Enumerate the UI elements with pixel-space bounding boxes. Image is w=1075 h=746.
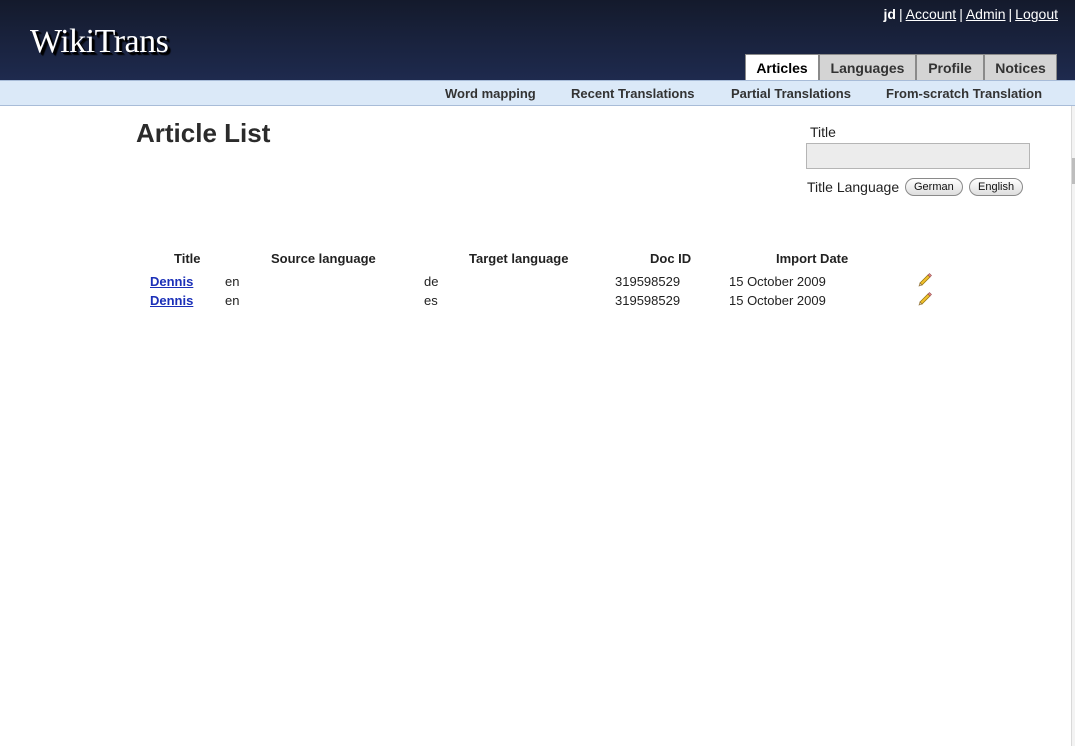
english-button[interactable]: English bbox=[969, 178, 1024, 196]
article-title-link[interactable]: Dennis bbox=[150, 293, 193, 308]
page-title: Article List bbox=[136, 118, 271, 148]
column-header-source-language: Source language bbox=[271, 251, 376, 266]
username: jd bbox=[883, 6, 896, 22]
subnav-recent-translations[interactable]: Recent Translations bbox=[571, 86, 695, 101]
subnav-from-scratch-translation[interactable]: From-scratch Translation bbox=[886, 86, 1042, 101]
subnav-word-mapping[interactable]: Word mapping bbox=[445, 86, 536, 101]
title-search-label: Title bbox=[810, 124, 836, 140]
title-language-label: Title Language bbox=[807, 179, 900, 195]
source-language-cell: en bbox=[225, 293, 240, 308]
sub-navigation: Word mapping Recent Translations Partial… bbox=[0, 80, 1075, 106]
user-bar: jd | Account | Admin | Logout bbox=[884, 6, 1058, 22]
article-title-cell: Dennis bbox=[150, 274, 193, 289]
column-header-target-language: Target language bbox=[469, 251, 569, 266]
german-button[interactable]: German bbox=[905, 178, 963, 196]
column-header-title: Title bbox=[174, 251, 201, 266]
doc-id-cell: 319598529 bbox=[615, 274, 681, 289]
source-language-cell: en bbox=[225, 274, 240, 289]
header-bar: WikiTrans jd | Account | Admin | Logout Articl… bbox=[0, 0, 1075, 82]
doc-id-cell: 319598529 bbox=[615, 293, 681, 308]
tab-profile[interactable]: Profile bbox=[916, 54, 984, 81]
tab-notices[interactable]: Notices bbox=[984, 54, 1057, 81]
logout-link[interactable]: Logout bbox=[1015, 6, 1058, 22]
account-link[interactable]: Account bbox=[906, 6, 957, 22]
separator: | bbox=[959, 6, 963, 22]
column-header-doc-id: Doc ID bbox=[650, 251, 692, 266]
pencil-icon[interactable] bbox=[917, 291, 933, 307]
column-header-import-date: Import Date bbox=[776, 251, 849, 266]
target-language-cell: de bbox=[424, 274, 439, 289]
article-title-cell: Dennis bbox=[150, 293, 193, 308]
tab-languages[interactable]: Languages bbox=[819, 54, 916, 81]
admin-link[interactable]: Admin bbox=[966, 6, 1006, 22]
import-date-cell: 15 October 2009 bbox=[729, 274, 826, 289]
article-title-link[interactable]: Dennis bbox=[150, 274, 193, 289]
subnav-partial-translations[interactable]: Partial Translations bbox=[731, 86, 851, 101]
pencil-icon[interactable] bbox=[917, 272, 933, 288]
app-logo[interactable]: WikiTrans bbox=[30, 23, 169, 61]
target-language-cell: es bbox=[424, 293, 438, 308]
separator: | bbox=[898, 6, 903, 22]
import-date-cell: 15 October 2009 bbox=[729, 293, 826, 308]
title-search-input[interactable] bbox=[806, 143, 1030, 169]
scrollbar[interactable] bbox=[1071, 106, 1075, 746]
separator: | bbox=[1008, 6, 1013, 22]
tab-articles[interactable]: Articles bbox=[745, 54, 819, 82]
